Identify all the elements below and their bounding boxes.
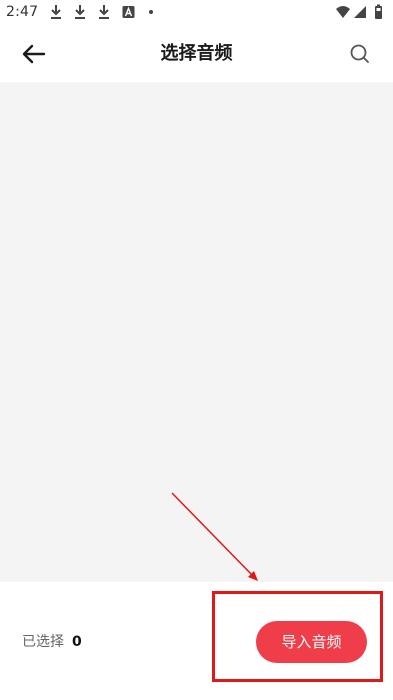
selected-count: 已选择 0 <box>22 631 82 651</box>
status-right-icons <box>336 4 382 19</box>
selected-label: 已选择 <box>22 634 64 650</box>
signal-icon <box>354 6 366 18</box>
battery-icon <box>375 4 382 19</box>
search-icon[interactable] <box>345 39 375 69</box>
audio-list-area <box>0 82 393 582</box>
status-time: 2:47 <box>6 4 39 20</box>
notification-dot <box>149 10 153 14</box>
status-bar: 2:47 <box>0 0 393 26</box>
app-bar: 选择音频 <box>0 26 393 82</box>
wifi-icon <box>336 6 350 18</box>
a-app-icon <box>122 6 135 18</box>
audio-picker-screen: 2:47 选择音频 已选择 0 导入音频 <box>0 0 393 700</box>
download-icon <box>51 5 61 19</box>
page-title: 选择音频 <box>160 43 233 64</box>
selected-number: 0 <box>72 634 82 650</box>
download-icon <box>75 5 85 19</box>
download-icon <box>99 5 109 19</box>
annotation-highlight-box <box>212 591 383 682</box>
